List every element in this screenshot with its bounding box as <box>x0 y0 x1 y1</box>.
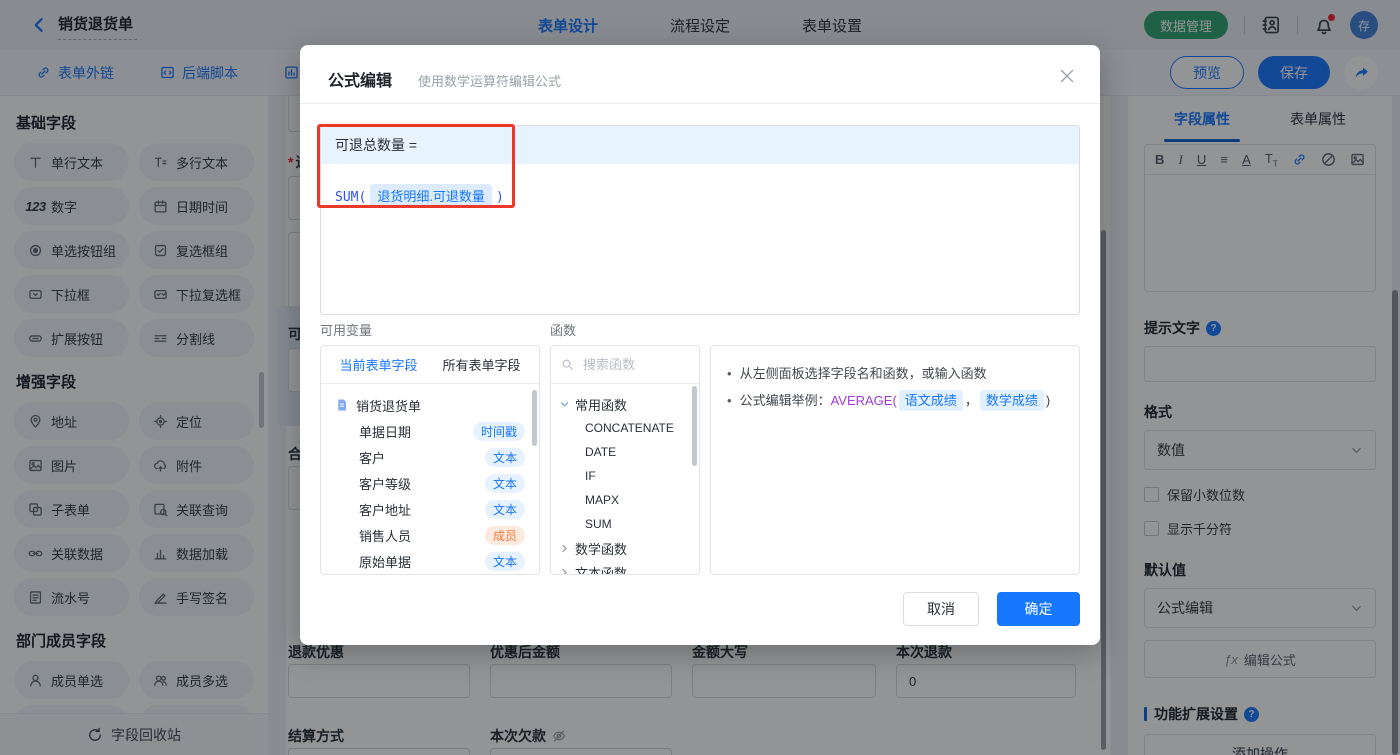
type-badge: 成员 <box>484 525 525 545</box>
type-badge: 时间戳 <box>472 421 525 441</box>
variables-tree: 销货退货单 单据日期 时间戳 客户 文本 客户等级 文本 客户地址 文本 销售人员 成员 … <box>321 384 539 574</box>
app-screen: 销货退货单 表单设计 流程设定 表单设置 数据管理 存 表单外链 后端脚本 预览… <box>0 0 1400 755</box>
functions-scrollbar[interactable] <box>692 386 697 466</box>
type-badge: 文本 <box>484 447 525 467</box>
variables-scrollbar[interactable] <box>532 390 537 446</box>
variables-tabs: 当前表单字段 所有表单字段 <box>321 346 539 384</box>
modal-title: 公式编辑 <box>328 73 393 90</box>
example-token: 语文成绩 <box>898 390 963 411</box>
variable-row[interactable]: 客户地址 文本 <box>335 496 529 522</box>
chevron-right-icon <box>559 567 570 574</box>
functions-label: 函数 <box>550 323 577 338</box>
cancel-button[interactable]: 取消 <box>903 592 979 626</box>
function-item-if[interactable]: IF <box>559 464 693 488</box>
chevron-right-icon <box>559 543 570 554</box>
help-tip-1: 从左侧面板选择字段名和函数，或输入函数 <box>727 360 1063 387</box>
function-search <box>551 346 699 384</box>
tree-root-form[interactable]: 销货退货单 <box>335 392 529 418</box>
formula-field-token[interactable]: 退货明细.可退数量 <box>370 184 492 207</box>
help-panel: 从左侧面板选择字段名和函数，或输入函数 公式编辑举例：AVERAGE(语文成绩，… <box>710 345 1080 575</box>
search-icon <box>561 358 574 371</box>
formula-editor[interactable]: 可退总数量 = SUM(退货明细.可退数量) <box>320 125 1080 315</box>
function-item-concatenate[interactable]: CONCATENATE <box>559 416 693 440</box>
formula-close-paren: ) <box>495 190 504 205</box>
document-icon <box>335 398 349 412</box>
modal-divider <box>300 103 1100 104</box>
variables-label: 可用变量 <box>320 323 373 338</box>
tab-all-form-fields[interactable]: 所有表单字段 <box>442 355 520 374</box>
confirm-button[interactable]: 确定 <box>997 592 1080 626</box>
function-list: 常用函数 CONCATENATE DATE IF MAPX SUM 数学函数 文… <box>551 384 699 574</box>
variable-row[interactable]: 客户等级 文本 <box>335 470 529 496</box>
example-function: AVERAGE( <box>830 393 897 408</box>
close-icon[interactable] <box>1060 69 1074 83</box>
variable-row[interactable]: 原始单据 文本 <box>335 548 529 574</box>
function-group-common[interactable]: 常用函数 <box>559 392 693 416</box>
formula-expression[interactable]: SUM(退货明细.可退数量) <box>321 164 1079 227</box>
function-group-text[interactable]: 文本函数 <box>559 560 693 574</box>
function-item-mapx[interactable]: MAPX <box>559 488 693 512</box>
modal-subtitle: 使用数学运算符编辑公式 <box>418 74 562 89</box>
function-search-input[interactable] <box>581 356 681 373</box>
type-badge: 文本 <box>484 551 525 571</box>
variables-panel: 当前表单字段 所有表单字段 销货退货单 单据日期 时间戳 客户 文本 客户等级 文本 … <box>320 345 540 575</box>
tab-current-form-fields[interactable]: 当前表单字段 <box>339 355 417 374</box>
variable-row[interactable]: 单据日期 时间戳 <box>335 418 529 444</box>
functions-panel: 常用函数 CONCATENATE DATE IF MAPX SUM 数学函数 文… <box>550 345 700 575</box>
chevron-down-icon <box>559 399 570 410</box>
type-badge: 文本 <box>484 473 525 493</box>
variable-row[interactable]: 客户 文本 <box>335 444 529 470</box>
formula-target-bar: 可退总数量 = <box>321 126 1079 164</box>
function-item-sum[interactable]: SUM <box>559 512 693 536</box>
example-token: 数学成绩 <box>979 390 1044 411</box>
formula-edit-modal: 公式编辑 使用数学运算符编辑公式 可退总数量 = SUM(退货明细.可退数量) … <box>300 45 1100 645</box>
variable-row[interactable]: 销售人员 成员 <box>335 522 529 548</box>
function-item-date[interactable]: DATE <box>559 440 693 464</box>
help-tip-2: 公式编辑举例：AVERAGE(语文成绩，数学成绩) <box>727 387 1063 414</box>
formula-function: SUM( <box>335 190 367 205</box>
type-badge: 文本 <box>484 499 525 519</box>
function-group-math[interactable]: 数学函数 <box>559 536 693 560</box>
